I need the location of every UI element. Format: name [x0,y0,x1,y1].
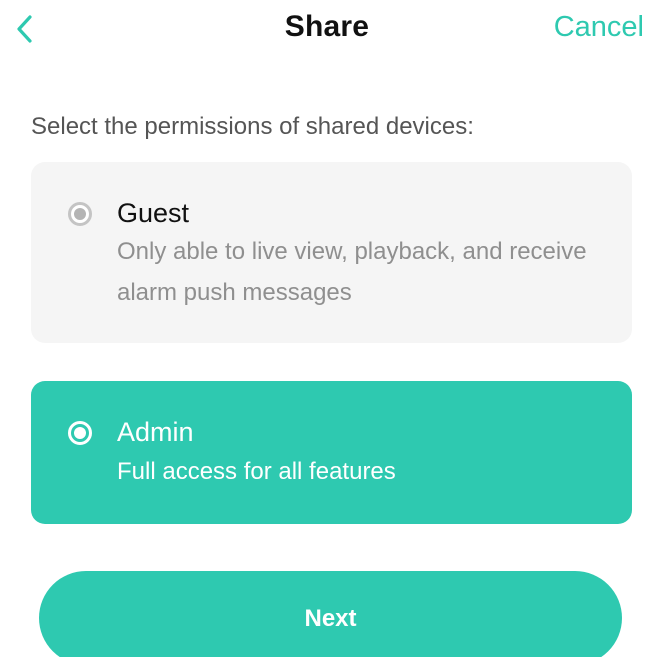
radio-dot [74,427,86,439]
header: Share Cancel [0,0,654,60]
cancel-button[interactable]: Cancel [554,11,644,44]
option-admin-title: Admin [117,417,194,447]
next-button-label: Next [304,605,357,632]
guest-radio[interactable] [68,202,92,226]
option-guest-description: Only able to live view, playback, and re… [117,238,587,306]
option-guest-card[interactable]: Guest Only able to live view, playback, … [31,162,632,343]
option-guest-title: Guest [117,198,190,228]
admin-radio[interactable] [68,421,92,445]
option-admin-description: Full access for all features [117,458,396,485]
radio-dot [74,208,86,220]
share-screen: Share Cancel Select the permissions of s… [0,0,654,657]
permissions-prompt: Select the permissions of shared devices… [31,113,474,140]
option-admin-card[interactable]: Admin Full access for all features [31,381,632,524]
next-button[interactable]: Next [39,571,622,657]
